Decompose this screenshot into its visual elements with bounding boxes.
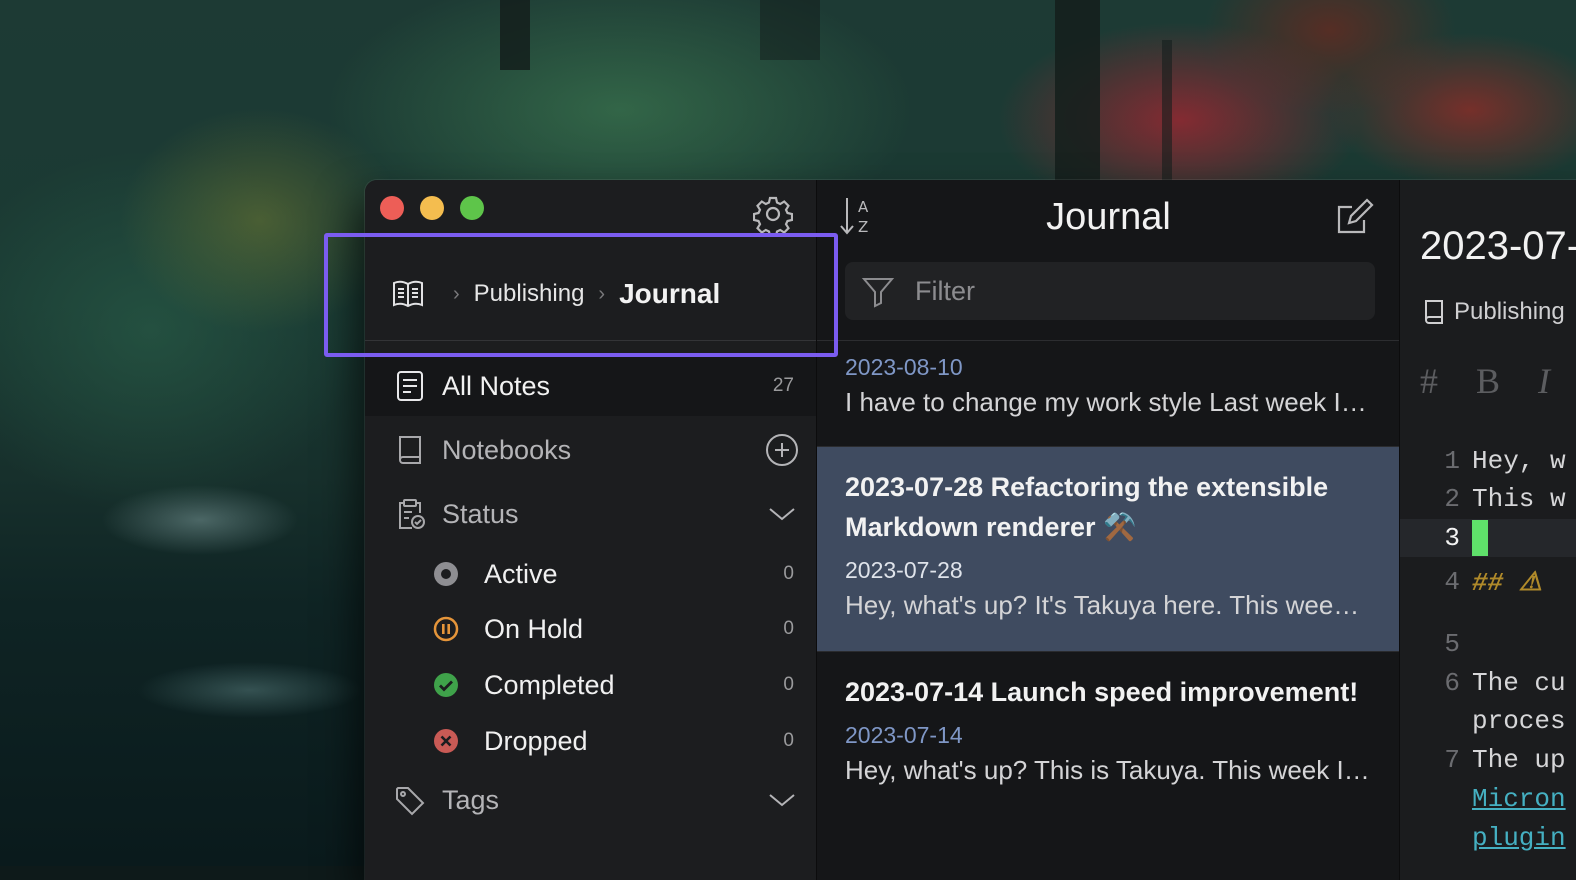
sidebar-item-notebooks[interactable]: Notebooks	[365, 420, 816, 480]
compose-icon[interactable]	[1334, 198, 1374, 238]
line-text: Hey, w	[1472, 446, 1566, 476]
status-item-on-hold[interactable]: On Hold 0	[365, 604, 816, 654]
notebook-icon	[399, 436, 421, 464]
code-line[interactable]: 5	[1400, 625, 1472, 663]
code-line[interactable]: Micron	[1400, 780, 1566, 818]
line-text: The up	[1472, 745, 1566, 775]
status-count: 0	[783, 563, 794, 584]
note-date: 2023-07-14	[845, 722, 963, 748]
italic-button[interactable]: I	[1538, 360, 1550, 402]
status-item-active[interactable]: Active 0	[365, 549, 816, 599]
zoom-window-button[interactable]	[460, 196, 484, 220]
line-text: ## ⚠	[1472, 567, 1543, 598]
status-count: 0	[783, 674, 794, 695]
chevron-down-icon[interactable]	[764, 782, 800, 818]
line-number: 5	[1444, 629, 1460, 659]
status-item-dropped[interactable]: Dropped 0	[365, 716, 816, 766]
sidebar-item-tags[interactable]: Tags	[365, 770, 816, 830]
sidebar-item-label: Tags	[442, 784, 500, 815]
plus-circle-icon[interactable]	[764, 432, 800, 468]
status-label: Dropped	[484, 725, 588, 756]
breadcrumb-highlight-box	[324, 233, 838, 357]
bold-button[interactable]: B	[1476, 360, 1500, 402]
filter-icon	[861, 278, 895, 308]
code-line[interactable]: 1 Hey, w	[1400, 442, 1566, 480]
filter-input[interactable]: Filter	[845, 262, 1375, 320]
line-number: 3	[1444, 523, 1460, 553]
code-line-active[interactable]: 3	[1400, 519, 1576, 557]
line-text-link[interactable]: Micron	[1472, 784, 1566, 814]
close-window-button[interactable]	[380, 196, 404, 220]
code-line[interactable]: proces	[1400, 702, 1566, 740]
editor-note-title[interactable]: 2023-07-28	[1420, 224, 1576, 269]
line-number: 7	[1444, 745, 1460, 775]
sidebar-item-label: Status	[442, 498, 519, 529]
divider	[817, 340, 1400, 341]
pause-status-icon	[433, 616, 459, 642]
text-cursor	[1472, 520, 1488, 556]
note-list-item[interactable]: 2023-08-10 I have to change my work styl…	[817, 350, 1400, 446]
heading-button[interactable]: #	[1420, 360, 1438, 402]
note-excerpt: Hey, what's up? This is Takuya. This wee…	[845, 755, 1372, 785]
line-text: The cu	[1472, 668, 1566, 698]
line-number: 1	[1444, 446, 1460, 476]
status-label: On Hold	[484, 613, 584, 644]
formatting-toolbar: # B I	[1420, 360, 1550, 402]
status-item-completed[interactable]: Completed 0	[365, 660, 816, 710]
tag-icon	[396, 787, 425, 816]
code-line[interactable]: 7 The up	[1400, 741, 1566, 779]
notebook-name: Publishing	[1454, 298, 1565, 325]
line-text-link[interactable]: plugin	[1472, 823, 1566, 853]
sidebar-item-label: All Notes	[442, 370, 551, 401]
line-number: 4	[1444, 567, 1460, 597]
chevron-down-icon[interactable]	[764, 496, 800, 532]
code-line[interactable]: 6 The cu	[1400, 664, 1566, 702]
note-title: 2023-07-28 Refactoring the extensible Ma…	[845, 472, 1329, 542]
note-date: 2023-07-28	[845, 557, 963, 583]
minimize-window-button[interactable]	[420, 196, 444, 220]
note-count: 27	[772, 375, 794, 396]
clipboard-check-icon	[399, 499, 425, 529]
note-excerpt: I have to change my work style Last week…	[845, 387, 1372, 417]
code-line[interactable]: plugin	[1400, 819, 1566, 857]
status-count: 0	[783, 618, 794, 639]
note-list-title: Journal	[1046, 196, 1171, 238]
note-date: 2023-08-10	[845, 354, 963, 380]
line-number: 6	[1444, 668, 1460, 698]
status-label: Completed	[484, 669, 615, 700]
line-number: 2	[1444, 484, 1460, 514]
editor-notebook-label[interactable]: Publishing	[1422, 298, 1565, 326]
editor-pane: 2023-07-28 Publishing # B I 1 Hey, w 2 T…	[1399, 180, 1576, 880]
document-icon	[397, 371, 423, 401]
note-title: 2023-07-14 Launch speed improvement!	[845, 677, 1359, 707]
line-text: This w	[1472, 484, 1566, 514]
note-list: A Z Journal Filter 2023-08-10 I have to …	[816, 180, 1400, 880]
sidebar-item-label: Notebooks	[442, 434, 572, 465]
note-list-item-selected[interactable]: 2023-07-28 Refactoring the extensible Ma…	[817, 447, 1400, 651]
active-status-icon	[434, 562, 458, 586]
checkmark-status-icon	[434, 673, 458, 697]
status-count: 0	[783, 730, 794, 751]
code-line[interactable]: 4 ## ⚠	[1400, 558, 1542, 606]
line-text: proces	[1472, 706, 1566, 736]
notebook-icon	[1425, 300, 1443, 324]
code-line[interactable]: 2 This w	[1400, 480, 1566, 518]
sidebar-item-status[interactable]: Status	[365, 484, 816, 544]
x-status-icon	[434, 729, 458, 753]
sidebar-item-all-notes[interactable]: All Notes 27	[365, 356, 816, 416]
filter-placeholder: Filter	[915, 275, 975, 306]
status-label: Active	[484, 558, 558, 589]
gear-icon[interactable]	[753, 194, 793, 234]
note-excerpt: Hey, what's up? It's Takuya here. This w…	[845, 590, 1372, 620]
note-list-item[interactable]: 2023-07-14 Launch speed improvement! 202…	[817, 652, 1400, 862]
